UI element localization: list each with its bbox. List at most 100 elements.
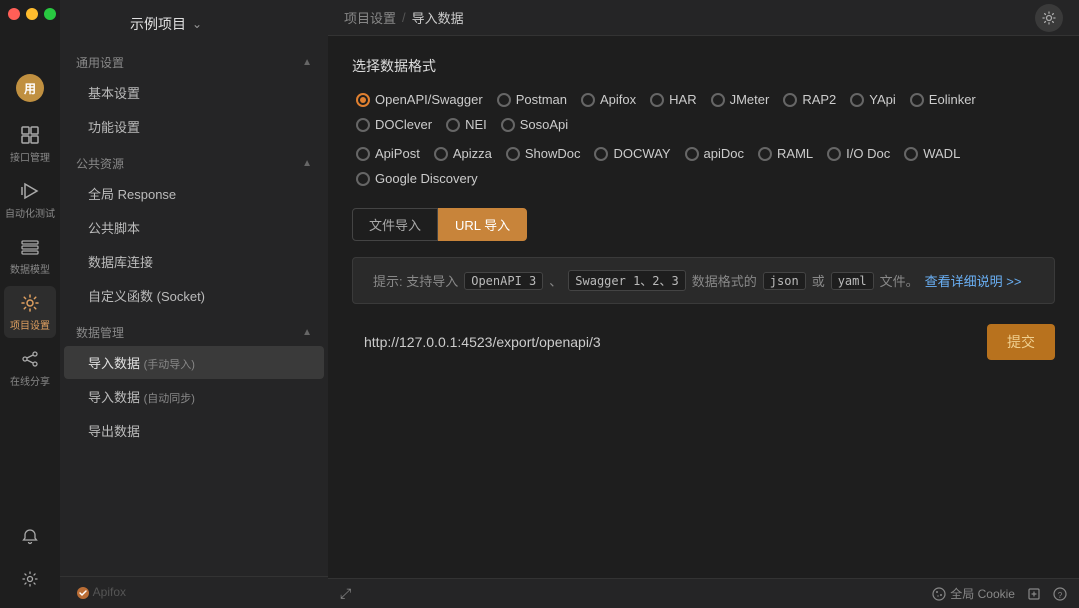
nav-item-bell[interactable] <box>4 520 56 554</box>
sidebar-item-public-script[interactable]: 公共脚本 <box>64 211 324 244</box>
apifox-logo: Apifox <box>76 585 126 600</box>
section-public-title: 公共资源 <box>76 155 124 172</box>
radio-jmeter-label: JMeter <box>730 92 770 107</box>
radio-doclever[interactable]: DOClever <box>352 115 436 134</box>
radio-apizza-circle <box>434 147 448 161</box>
gear-icon <box>19 568 41 590</box>
radio-apipost-label: ApiPost <box>375 146 420 161</box>
radio-openapi-label: OpenAPI/Swagger <box>375 92 483 107</box>
url-input-area: 提交 <box>352 324 1055 360</box>
format-row-1: OpenAPI/Swagger Postman Apifox HAR JMete… <box>352 90 1055 134</box>
breadcrumb-import: 导入数据 <box>412 8 464 27</box>
radio-har-circle <box>650 93 664 107</box>
hint-box: 提示: 支持导入 OpenAPI 3 、 Swagger 1、2、3 数据格式的… <box>352 257 1055 304</box>
section-data-header[interactable]: 数据管理 ▲ <box>60 316 328 345</box>
nav-icons-panel: 用 接口管理 自动化测试 数 <box>0 0 60 608</box>
radio-apifox[interactable]: Apifox <box>577 90 640 109</box>
section-public: 公共资源 ▲ 全局 Response 公共脚本 数据库连接 自定义函数 (Soc… <box>60 147 328 312</box>
maximize-button[interactable] <box>44 8 56 20</box>
chevron-data-icon: ▲ <box>302 327 312 338</box>
radio-sosoapi-circle <box>501 118 515 132</box>
sidebar-item-basic[interactable]: 基本设置 <box>64 76 324 109</box>
radio-google[interactable]: Google Discovery <box>352 169 482 188</box>
section-general-title: 通用设置 <box>76 54 124 71</box>
radio-wadl[interactable]: WADL <box>900 144 964 163</box>
nav-item-autotest[interactable]: 自动化测试 <box>4 174 56 226</box>
nav-item-gear[interactable] <box>4 562 56 596</box>
hint-or: 或 <box>812 271 825 290</box>
nav-label-datamodel: 数据模型 <box>10 261 50 276</box>
minimize-button[interactable] <box>26 8 38 20</box>
section-general: 通用设置 ▲ 基本设置 功能设置 <box>60 46 328 143</box>
sidebar-item-global-response[interactable]: 全局 Response <box>64 177 324 210</box>
radio-docway-label: DOCWAY <box>613 146 670 161</box>
radio-eolinker-label: Eolinker <box>929 92 976 107</box>
radio-raml-label: RAML <box>777 146 813 161</box>
cookie-button[interactable]: 全局 Cookie <box>932 585 1015 602</box>
radio-raml-circle <box>758 147 772 161</box>
avatar[interactable]: 用 <box>16 74 44 102</box>
nav-item-datamodel[interactable]: 数据模型 <box>4 230 56 282</box>
section-public-header[interactable]: 公共资源 ▲ <box>60 147 328 176</box>
project-name[interactable]: 示例项目 ⌄ <box>130 14 202 34</box>
hint-prefix: 提示: 支持导入 <box>373 271 458 290</box>
close-button[interactable] <box>8 8 20 20</box>
nav-item-settings[interactable]: 项目设置 <box>4 286 56 338</box>
section-general-header[interactable]: 通用设置 ▲ <box>60 46 328 75</box>
export-button[interactable] <box>1027 587 1041 601</box>
radio-har[interactable]: HAR <box>646 90 700 109</box>
section-data: 数据管理 ▲ 导入数据 (手动导入) 导入数据 (自动同步) 导出数据 <box>60 316 328 447</box>
expand-icon[interactable]: ⤢ <box>340 585 351 602</box>
radio-io-doc[interactable]: I/O Doc <box>823 144 894 163</box>
radio-jmeter[interactable]: JMeter <box>707 90 774 109</box>
section-data-title: 数据管理 <box>76 324 124 341</box>
radio-sosoapi[interactable]: SosoApi <box>497 115 572 134</box>
radio-eolinker[interactable]: Eolinker <box>906 90 980 109</box>
sidebar-item-import-manual[interactable]: 导入数据 (手动导入) <box>64 346 324 379</box>
tab-file-import[interactable]: 文件导入 <box>352 208 438 241</box>
radio-rap2[interactable]: RAP2 <box>779 90 840 109</box>
submit-button[interactable]: 提交 <box>987 324 1055 360</box>
radio-rap2-label: RAP2 <box>802 92 836 107</box>
sidebar-item-import-auto[interactable]: 导入数据 (自动同步) <box>64 380 324 413</box>
help-button[interactable]: ? <box>1053 587 1067 601</box>
nav-label-interface: 接口管理 <box>10 149 50 164</box>
breadcrumb-settings[interactable]: 项目设置 <box>344 8 396 27</box>
sidebar-item-function[interactable]: 功能设置 <box>64 110 324 143</box>
hint-suffix: 文件。 <box>880 271 919 290</box>
import-tabs: 文件导入 URL 导入 <box>352 208 527 241</box>
radio-openapi[interactable]: OpenAPI/Swagger <box>352 90 487 109</box>
radio-postman[interactable]: Postman <box>493 90 571 109</box>
url-input[interactable] <box>352 326 975 358</box>
radio-apidoc[interactable]: apiDoc <box>681 144 748 163</box>
radio-docway[interactable]: DOCWAY <box>590 144 674 163</box>
radio-nei-circle <box>446 118 460 132</box>
radio-openapi-circle <box>356 93 370 107</box>
radio-wadl-label: WADL <box>923 146 960 161</box>
project-dropdown-icon[interactable]: ⌄ <box>192 17 202 31</box>
radio-apizza[interactable]: Apizza <box>430 144 496 163</box>
radio-raml[interactable]: RAML <box>754 144 817 163</box>
radio-apipost[interactable]: ApiPost <box>352 144 424 163</box>
radio-showdoc[interactable]: ShowDoc <box>502 144 585 163</box>
hint-sep1: 、 <box>549 271 562 290</box>
radio-yapi[interactable]: YApi <box>846 90 900 109</box>
tab-url-import[interactable]: URL 导入 <box>438 208 527 241</box>
radio-sosoapi-label: SosoApi <box>520 117 568 132</box>
nav-item-share[interactable]: 在线分享 <box>4 342 56 394</box>
sidebar-item-db-connect[interactable]: 数据库连接 <box>64 245 324 278</box>
traffic-lights <box>8 8 56 20</box>
radio-postman-circle <box>497 93 511 107</box>
page-body: 选择数据格式 OpenAPI/Swagger Postman Apifox <box>328 36 1079 578</box>
nav-label-share: 在线分享 <box>10 373 50 388</box>
hint-link[interactable]: 查看详细说明 >> <box>925 271 1022 290</box>
radio-google-circle <box>356 172 370 186</box>
nav-item-interface[interactable]: 接口管理 <box>4 118 56 170</box>
main-content: 项目设置 / 导入数据 选择数据格式 OpenAPI/Swagger <box>328 0 1079 608</box>
topbar-settings-button[interactable] <box>1035 4 1063 32</box>
sidebar-item-export[interactable]: 导出数据 <box>64 414 324 447</box>
sidebar-item-custom-func[interactable]: 自定义函数 (Socket) <box>64 279 324 312</box>
hint-swagger: Swagger 1、2、3 <box>568 270 685 291</box>
radio-nei[interactable]: NEI <box>442 115 491 134</box>
radio-postman-label: Postman <box>516 92 567 107</box>
